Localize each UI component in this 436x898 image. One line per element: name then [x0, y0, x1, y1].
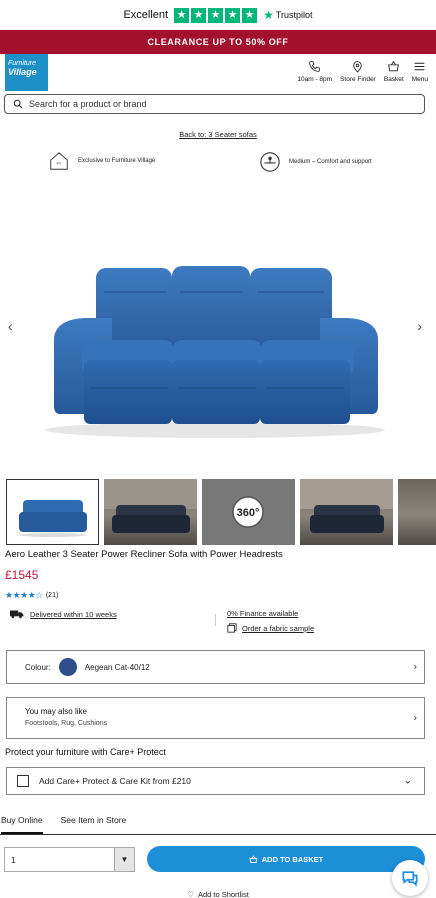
thumbnail-room-image: [104, 479, 197, 533]
opening-hours-label: 10am - 8pm: [297, 76, 333, 83]
star-icon: ★: [225, 7, 241, 23]
feature-exclusive: FV Exclusive to Furniture Village: [48, 150, 155, 172]
chat-icon: [402, 871, 418, 887]
phone-icon: [309, 61, 321, 72]
trustpilot-rating-word: Excellent: [123, 9, 169, 21]
also-like-heading: You may also like: [25, 707, 87, 716]
view-360-icon: 360°: [232, 496, 264, 528]
feature-comfort: Medium – Comfort and support: [259, 151, 372, 173]
fabric-swatch-icon: [227, 623, 237, 633]
feature-strip: FV Exclusive to Furniture Village Medium…: [0, 150, 436, 174]
caret-down-icon: ▼: [114, 848, 134, 871]
chevron-right-icon: ›: [413, 712, 417, 724]
comfort-scale-icon: [259, 151, 281, 173]
search-icon: [13, 99, 23, 109]
thumbnail-room-image: [300, 479, 393, 533]
product-title: Aero Leather 3 Seater Power Recliner Sof…: [5, 549, 283, 560]
heart-icon: ♡: [187, 890, 194, 898]
fabric-sample-link[interactable]: Order a fabric sample: [242, 624, 314, 633]
trustpilot-star-icon: ★: [263, 8, 274, 22]
promo-text: CLEARANCE UP TO 50% OFF: [147, 37, 289, 47]
add-to-basket-label: ADD TO BASKET: [261, 854, 324, 864]
finance-link[interactable]: 0% Finance available: [227, 609, 298, 618]
also-like-panel[interactable]: You may also like Footstools, Rug, Cushi…: [6, 697, 425, 739]
thumbnail-sofa-image: [19, 500, 87, 537]
product-gallery: ‹ ›: [0, 190, 436, 470]
trustpilot-stars: ★ ★ ★ ★ ★: [174, 7, 258, 23]
shortlist-label: Add to Shortlist: [197, 890, 249, 898]
tab-buy-online[interactable]: Buy Online: [1, 813, 43, 834]
delivery-truck-icon: [10, 610, 24, 619]
product-rating[interactable]: ★★★★☆ (21): [5, 590, 58, 601]
quantity-value: 1: [11, 854, 16, 865]
quantity-select[interactable]: 1 ▼: [4, 847, 135, 872]
delivery-link[interactable]: Delivered within 10 weeks: [30, 610, 117, 619]
search-bar[interactable]: [4, 94, 425, 114]
menu-label: Menu: [411, 76, 428, 83]
star-icon: ★: [191, 7, 207, 23]
thumbnail-1[interactable]: [6, 479, 99, 545]
care-protect-checkbox[interactable]: [17, 775, 29, 787]
back-link[interactable]: Back to: 3 Seater sofas: [0, 130, 436, 139]
colour-label: Colour:: [25, 662, 51, 672]
thumbnail-4[interactable]: [300, 479, 393, 545]
location-pin-icon: [353, 61, 363, 73]
rating-count: (21): [45, 592, 59, 599]
chat-button[interactable]: [392, 860, 428, 896]
star-icon: ★: [242, 7, 258, 23]
furniture-village-logo[interactable]: Furniture Village: [5, 54, 48, 91]
thumbnail-strip: 360°: [6, 479, 436, 545]
star-icon: ★: [174, 7, 190, 23]
divider: [215, 614, 216, 626]
feature-exclusive-label: Exclusive to Furniture Village: [78, 158, 156, 164]
opening-hours-button[interactable]: 10am - 8pm: [297, 60, 332, 83]
chevron-down-icon[interactable]: ⌄: [404, 776, 412, 787]
care-protect-option[interactable]: Add Care+ Protect & Care Kit from £210 ⌄: [6, 767, 425, 795]
colour-value: Aegean Cat-40/12: [84, 662, 150, 672]
thumbnail-360[interactable]: 360°: [202, 479, 295, 545]
also-like-items: Footstools, Rug, Cushions: [25, 720, 108, 727]
basket-button[interactable]: Basket: [384, 60, 404, 83]
product-main-image[interactable]: [0, 190, 436, 470]
delivery-info[interactable]: Delivered within 10 weeks: [10, 609, 117, 619]
gallery-prev-button[interactable]: ‹: [8, 318, 13, 334]
colour-swatch: [58, 658, 77, 676]
tab-see-in-store[interactable]: See Item in Store: [61, 813, 127, 834]
header-actions: 10am - 8pm Store Finder Basket Menu: [297, 60, 428, 83]
rating-stars-icon: ★★★★☆: [5, 590, 43, 600]
gallery-next-button[interactable]: ›: [417, 318, 422, 334]
hamburger-menu-icon: [414, 62, 425, 71]
colour-selector[interactable]: Colour: Aegean Cat-40/12 ›: [6, 650, 425, 684]
store-finder-label: Store Finder: [340, 76, 376, 83]
protect-heading: Protect your furniture with Care+ Protec…: [5, 747, 166, 757]
feature-comfort-label: Medium – Comfort and support: [289, 159, 372, 165]
house-icon: FV: [48, 150, 70, 172]
basket-label: Basket: [383, 76, 404, 83]
site-header: Furniture Village 10am - 8pm Store Finde…: [0, 54, 436, 92]
add-to-basket-button[interactable]: ADD TO BASKET: [147, 846, 425, 872]
svg-text:360°: 360°: [237, 507, 260, 519]
store-finder-button[interactable]: Store Finder: [340, 60, 376, 83]
thumbnail-2[interactable]: [104, 479, 197, 545]
add-to-shortlist[interactable]: ♡ Add to Shortlist: [0, 890, 436, 898]
chevron-right-icon: ›: [413, 661, 417, 673]
fabric-sample[interactable]: Order a fabric sample: [227, 623, 314, 633]
basket-icon: [249, 854, 258, 863]
purchase-tabs: Buy Online See Item in Store: [0, 813, 436, 835]
star-icon: ★: [208, 7, 224, 23]
svg-text:FV: FV: [57, 162, 62, 166]
menu-button[interactable]: Menu: [412, 60, 428, 83]
trustpilot-brand: Trustpilot: [275, 10, 313, 20]
promo-banner[interactable]: CLEARANCE UP TO 50% OFF: [0, 30, 436, 54]
search-input[interactable]: [29, 99, 389, 109]
care-protect-label: Add Care+ Protect & Care Kit from £210: [39, 776, 191, 786]
product-price: £1545: [5, 568, 39, 582]
thumbnail-5[interactable]: [398, 479, 436, 545]
trustpilot-bar[interactable]: Excellent ★ ★ ★ ★ ★ ★ Trustpilot: [0, 0, 436, 30]
basket-icon: [388, 60, 400, 72]
trustpilot-logo: ★ Trustpilot: [263, 8, 312, 22]
logo-line2: Village: [8, 67, 37, 77]
